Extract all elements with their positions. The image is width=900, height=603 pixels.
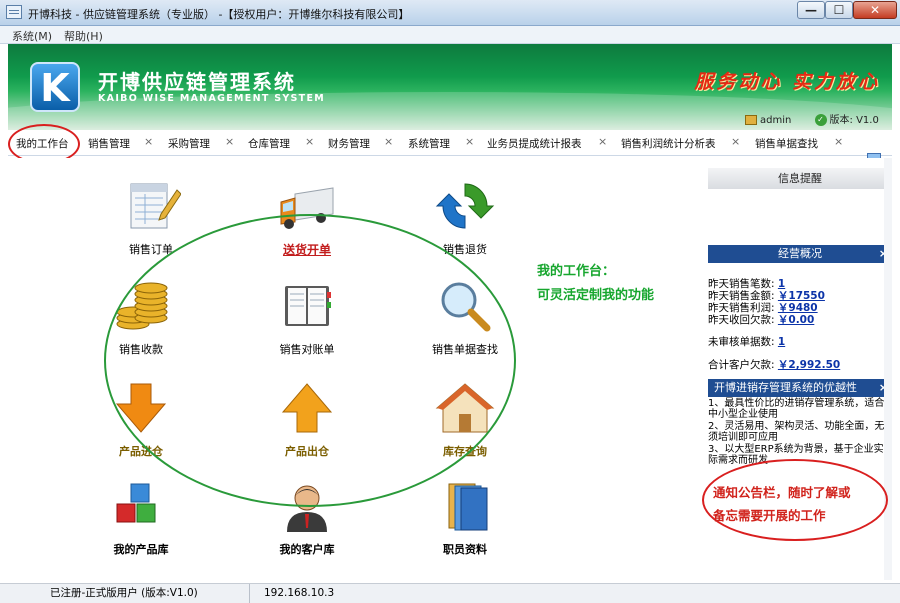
tab-bar: 我的工作台 销售管理 × 采购管理 × 仓库管理 × 财务管理 × 系统管理 ×… [8,131,892,156]
slogan: 服务动心 实力放心 [694,71,880,93]
brand-subtitle: KAIBO WISE MANAGEMENT SYSTEM [98,93,325,104]
user-icon [745,115,757,125]
tab-close-icon[interactable]: × [465,135,474,148]
tab-close-icon[interactable]: × [305,135,314,148]
order-form-icon [130,183,182,229]
registration-status: 已注册-正式版用户 (版本:V1.0) [44,584,250,603]
status-bar: 已注册-正式版用户 (版本:V1.0) 192.168.10.3 [0,583,900,603]
menu-system[interactable]: 系统(M) [12,28,52,44]
stat-link[interactable]: ￥0.00 [778,314,814,326]
annotation-line: 可灵活定制我的功能 [537,288,655,303]
advantage-item: 2、灵活易用、架构灵活、功能全面，无须培训即可应用 [708,421,885,443]
tab-commission-report[interactable]: 业务员提成统计报表 [487,136,582,151]
overview-title: 经营概况 [778,247,822,260]
annotation-line: 备忘需要开展的工作 [713,508,826,523]
unchecked-link[interactable]: 1 [778,336,785,348]
unchecked-row: 未审核单据数: 1 [708,336,786,348]
tab-system[interactable]: 系统管理 [408,136,450,151]
minimize-icon: — [805,3,817,17]
tab-close-icon[interactable]: × [225,135,234,148]
tab-profit-analysis[interactable]: 销售利润统计分析表 [621,136,716,151]
tab-warehouse[interactable]: 仓库管理 [248,136,290,151]
brand-name: 开博供应链管理系统 [98,70,296,94]
version-label: 版本: V1.0 [829,115,879,126]
tab-document-search[interactable]: 销售单据查找 [755,136,818,151]
function-label: 我的产品库 [113,543,169,556]
maximize-button[interactable]: ☐ [825,1,853,19]
user-info: admin ✓ 版本: V1.0 [745,111,879,126]
sidebar-scrollbar[interactable] [884,158,892,580]
cubes-icon [116,483,156,523]
minimize-button[interactable]: — [797,1,825,19]
annotation-line: 我的工作台： [537,264,616,279]
workbench-highlight-ellipse [104,214,516,507]
function-product-library[interactable]: 我的产品库 [91,480,191,557]
ip-address: 192.168.10.3 [264,587,335,599]
return-arrows-icon [435,183,495,229]
tab-sales[interactable]: 销售管理 [88,136,130,151]
menu-bar: 系统(M) 帮助(H) [0,26,900,44]
close-icon: ✕ [869,3,881,17]
maximize-icon: ☐ [833,3,845,17]
advantages-title: 开博进销存管理系统的优越性 [714,381,857,394]
close-button[interactable]: ✕ [853,1,897,19]
tab-finance[interactable]: 财务管理 [328,136,370,151]
reminder-header: 信息提醒 [708,168,892,189]
function-label: 职员资料 [443,543,487,556]
tab-purchase[interactable]: 采购管理 [168,136,210,151]
function-label: 我的客户库 [279,543,335,556]
staff-folders-icon [448,483,488,531]
stat-row: 昨天收回欠款: ￥0.00 [708,314,815,326]
tab-close-icon[interactable]: × [384,135,393,148]
menu-help[interactable]: 帮助(H) [64,28,103,44]
app-icon [6,5,22,19]
function-staff-info[interactable]: 职员资料 [415,480,515,557]
advantages-header: 开博进销存管理系统的优越性 × [708,379,892,397]
username: admin [760,115,792,126]
annotation-line: 通知公告栏，随时了解或 [713,485,851,500]
tab-close-icon[interactable]: × [834,135,843,148]
advantage-item: 1、最具性价比的进销存管理系统，适合中小型企业使用 [708,398,885,420]
check-icon: ✓ [814,114,827,126]
window-titlebar: 开博科技 - 供应链管理系统（专业版） -【授权用户：开博维尔科技有限公司】 —… [0,0,900,26]
tab-close-icon[interactable]: × [731,135,740,148]
arrears-link[interactable]: ￥2,992.50 [778,359,840,371]
workbench-annotation: 我的工作台： 可灵活定制我的功能 [537,260,654,308]
tab-close-icon[interactable]: × [144,135,153,148]
arrears-row: 合计客户欠款: ￥2,992.50 [708,359,841,371]
tab-close-icon[interactable]: × [598,135,607,148]
window-title: 开博科技 - 供应链管理系统（专业版） -【授权用户：开博维尔科技有限公司】 [28,8,410,21]
logo-icon: K [30,62,80,112]
notice-annotation: 通知公告栏，随时了解或 备忘需要开展的工作 [713,481,851,527]
overview-header: 经营概况 × [708,245,892,263]
reminder-title: 信息提醒 [778,172,822,185]
